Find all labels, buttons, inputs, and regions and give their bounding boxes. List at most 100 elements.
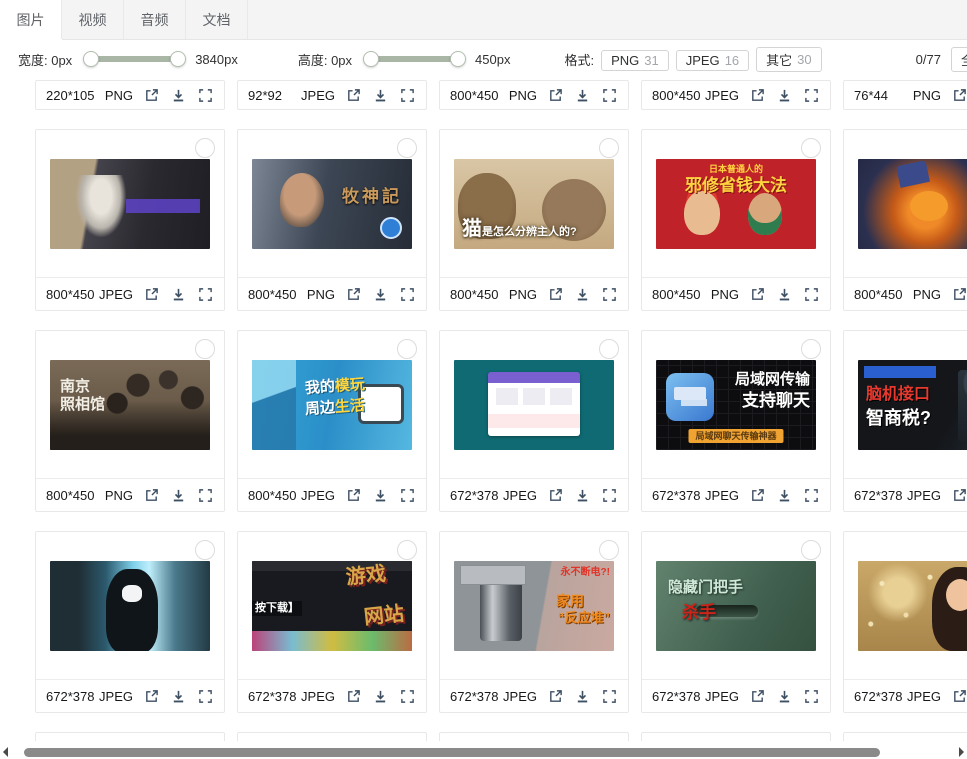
download-icon[interactable] xyxy=(777,487,793,503)
image-dimensions: 672*378 xyxy=(854,689,902,704)
tab-视频[interactable]: 视频 xyxy=(62,0,124,39)
image-thumbnail[interactable]: 南京照相馆 xyxy=(50,360,210,450)
open-in-new-icon[interactable] xyxy=(750,286,766,302)
image-thumbnail[interactable] xyxy=(50,159,210,249)
fullscreen-icon[interactable] xyxy=(400,87,416,103)
fullscreen-icon[interactable] xyxy=(804,286,820,302)
open-in-new-icon[interactable] xyxy=(952,487,967,503)
open-in-new-icon[interactable] xyxy=(548,688,564,704)
download-icon[interactable] xyxy=(171,487,187,503)
fullscreen-icon[interactable] xyxy=(400,286,416,302)
select-checkbox[interactable] xyxy=(195,138,215,158)
open-in-new-icon[interactable] xyxy=(750,688,766,704)
image-thumbnail[interactable]: 我的模玩周边生活 xyxy=(252,360,412,450)
width-max-value: 3840px xyxy=(195,52,238,67)
select-checkbox[interactable] xyxy=(599,540,619,560)
fullscreen-icon[interactable] xyxy=(602,286,618,302)
fullscreen-icon[interactable] xyxy=(602,688,618,704)
open-in-new-icon[interactable] xyxy=(548,487,564,503)
select-checkbox[interactable] xyxy=(801,138,821,158)
download-icon[interactable] xyxy=(777,688,793,704)
image-thumbnail[interactable]: 妖来 xyxy=(858,159,967,249)
scroll-left-arrow-icon[interactable] xyxy=(3,747,8,757)
height-range-slider[interactable] xyxy=(366,51,463,67)
height-slider-min-handle[interactable] xyxy=(363,51,379,67)
image-thumbnail[interactable]: 牧神記 xyxy=(252,159,412,249)
fullscreen-icon[interactable] xyxy=(400,688,416,704)
width-slider-max-handle[interactable] xyxy=(170,51,186,67)
download-icon[interactable] xyxy=(373,688,389,704)
fullscreen-icon[interactable] xyxy=(400,487,416,503)
fullscreen-icon[interactable] xyxy=(198,286,214,302)
image-thumbnail[interactable] xyxy=(50,561,210,651)
select-checkbox[interactable] xyxy=(801,540,821,560)
select-checkbox[interactable] xyxy=(195,339,215,359)
image-thumbnail[interactable] xyxy=(454,360,614,450)
download-icon[interactable] xyxy=(575,487,591,503)
open-in-new-icon[interactable] xyxy=(750,487,766,503)
open-in-new-icon[interactable] xyxy=(952,286,967,302)
image-thumbnail[interactable]: 局域网传输支持聊天局域网聊天传输神器 xyxy=(656,360,816,450)
select-checkbox[interactable] xyxy=(599,339,619,359)
fullscreen-icon[interactable] xyxy=(602,87,618,103)
download-icon[interactable] xyxy=(373,286,389,302)
image-thumbnail[interactable] xyxy=(858,561,967,651)
open-in-new-icon[interactable] xyxy=(952,688,967,704)
image-thumbnail[interactable]: 脑机接口智商税? xyxy=(858,360,967,450)
download-icon[interactable] xyxy=(777,87,793,103)
fullscreen-icon[interactable] xyxy=(198,688,214,704)
select-checkbox[interactable] xyxy=(801,339,821,359)
fullscreen-icon[interactable] xyxy=(198,87,214,103)
tab-图片[interactable]: 图片 xyxy=(0,0,62,39)
format-chip-PNG[interactable]: PNG31 xyxy=(601,50,669,71)
select-checkbox[interactable] xyxy=(599,138,619,158)
select-checkbox[interactable] xyxy=(195,540,215,560)
horizontal-scrollbar-thumb[interactable] xyxy=(24,748,880,757)
open-in-new-icon[interactable] xyxy=(548,286,564,302)
open-in-new-icon[interactable] xyxy=(952,87,967,103)
image-thumbnail[interactable]: 猫是怎么分辨主人的? xyxy=(454,159,614,249)
select-all-button[interactable]: 全选 xyxy=(951,47,967,72)
download-icon[interactable] xyxy=(575,87,591,103)
open-in-new-icon[interactable] xyxy=(346,87,362,103)
select-checkbox[interactable] xyxy=(397,540,417,560)
image-thumbnail[interactable]: 按下载】游戏网站 xyxy=(252,561,412,651)
image-card: 672*378JPEG xyxy=(35,531,225,713)
download-icon[interactable] xyxy=(171,87,187,103)
fullscreen-icon[interactable] xyxy=(804,87,820,103)
select-checkbox[interactable] xyxy=(397,138,417,158)
download-icon[interactable] xyxy=(575,286,591,302)
tab-文档[interactable]: 文档 xyxy=(186,0,248,39)
width-range-slider[interactable] xyxy=(86,51,183,67)
width-slider-min-handle[interactable] xyxy=(83,51,99,67)
open-in-new-icon[interactable] xyxy=(346,688,362,704)
horizontal-scrollbar xyxy=(0,745,967,759)
download-icon[interactable] xyxy=(373,87,389,103)
download-icon[interactable] xyxy=(171,286,187,302)
format-chip-JPEG[interactable]: JPEG16 xyxy=(676,50,749,71)
tab-音频[interactable]: 音频 xyxy=(124,0,186,39)
open-in-new-icon[interactable] xyxy=(144,487,160,503)
open-in-new-icon[interactable] xyxy=(144,87,160,103)
image-thumbnail[interactable]: 隐藏门把手杀手 xyxy=(656,561,816,651)
download-icon[interactable] xyxy=(777,286,793,302)
download-icon[interactable] xyxy=(373,487,389,503)
open-in-new-icon[interactable] xyxy=(346,286,362,302)
open-in-new-icon[interactable] xyxy=(548,87,564,103)
open-in-new-icon[interactable] xyxy=(346,487,362,503)
fullscreen-icon[interactable] xyxy=(602,487,618,503)
fullscreen-icon[interactable] xyxy=(804,487,820,503)
open-in-new-icon[interactable] xyxy=(750,87,766,103)
scroll-right-arrow-icon[interactable] xyxy=(959,747,964,757)
download-icon[interactable] xyxy=(171,688,187,704)
format-chip-其它[interactable]: 其它30 xyxy=(756,47,821,72)
height-slider-max-handle[interactable] xyxy=(450,51,466,67)
image-thumbnail[interactable]: 永不断电?!家用“反应堆” xyxy=(454,561,614,651)
image-thumbnail[interactable]: 日本普通人的邪修省钱大法 xyxy=(656,159,816,249)
download-icon[interactable] xyxy=(575,688,591,704)
open-in-new-icon[interactable] xyxy=(144,286,160,302)
fullscreen-icon[interactable] xyxy=(804,688,820,704)
select-checkbox[interactable] xyxy=(397,339,417,359)
fullscreen-icon[interactable] xyxy=(198,487,214,503)
open-in-new-icon[interactable] xyxy=(144,688,160,704)
